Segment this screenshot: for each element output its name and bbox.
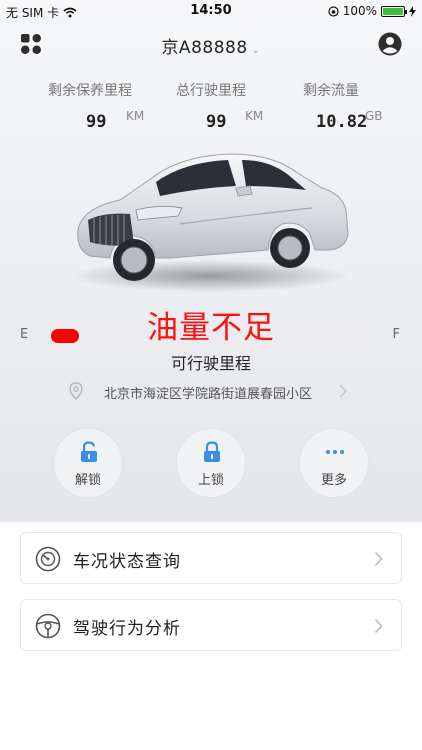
plate-number: 京A88888	[161, 38, 248, 58]
vehicle-stats: 剩余保养里程 99 KM 总行驶里程 99 KM 剩余流量 10.82 GB	[0, 80, 422, 140]
nav-bar: 京A88888 ⌄	[0, 26, 422, 62]
status-bar: 无 SIM 卡 14:50 100%	[0, 0, 422, 22]
chevron-right-icon	[374, 551, 383, 567]
unlock-icon	[81, 441, 97, 462]
orientation-lock-icon	[328, 5, 339, 17]
unlock-button[interactable]: 解锁	[53, 428, 123, 498]
stat-unit: GB	[365, 109, 383, 123]
stat-value: 99	[206, 112, 227, 132]
stat-unit: KM	[126, 109, 145, 123]
driving-behavior-label: 驾驶行为分析	[73, 619, 181, 639]
vehicle-status-query[interactable]: 车况状态查询	[20, 532, 402, 584]
speedometer-icon	[35, 546, 61, 572]
lock-button[interactable]: 上锁	[176, 428, 246, 498]
lock-label: 上锁	[197, 473, 224, 488]
location-pin-icon	[69, 382, 83, 400]
chevron-right-icon	[339, 384, 348, 398]
battery-percent: 100%	[342, 4, 377, 18]
battery-icon	[381, 5, 407, 17]
driving-behavior-analysis[interactable]: 驾驶行为分析	[20, 599, 402, 651]
battery-level	[383, 7, 403, 15]
more-dots-icon	[326, 450, 344, 454]
vehicle-location[interactable]: 北京市海淀区学院路街道展春园小区	[0, 380, 422, 402]
stat-label: 剩余流量	[303, 83, 359, 99]
chevron-right-icon	[374, 618, 383, 634]
remaining-range-label: 可行驶里程	[170, 354, 251, 373]
chevron-down-icon: ⌄	[251, 45, 261, 56]
more-button[interactable]: 更多	[299, 428, 369, 498]
lock-icon	[204, 441, 220, 462]
stat-total-mileage: 总行驶里程 99 KM	[141, 80, 281, 132]
user-avatar-icon[interactable]	[378, 32, 402, 56]
stat-label: 总行驶里程	[176, 83, 246, 99]
stat-label: 剩余保养里程	[48, 83, 132, 99]
stat-unit: KM	[245, 109, 264, 123]
status-right: 100%	[328, 4, 416, 18]
stat-value: 10.82	[316, 112, 368, 132]
vehicle-status-label: 车况状态查询	[73, 552, 181, 572]
unlock-label: 解锁	[74, 473, 101, 488]
vehicle-selector[interactable]: 京A88888 ⌄	[0, 33, 422, 58]
more-label: 更多	[320, 473, 347, 488]
location-address: 北京市海淀区学院路街道展春园小区	[104, 387, 313, 402]
stat-maintenance-mileage: 剩余保养里程 99 KM	[20, 80, 160, 132]
steering-wheel-icon	[35, 613, 61, 639]
stat-remaining-data: 剩余流量 10.82 GB	[261, 80, 401, 132]
car-image	[70, 153, 350, 292]
low-fuel-warning: 油量不足	[147, 310, 275, 346]
stat-value: 99	[86, 112, 107, 132]
charging-icon	[409, 5, 416, 17]
